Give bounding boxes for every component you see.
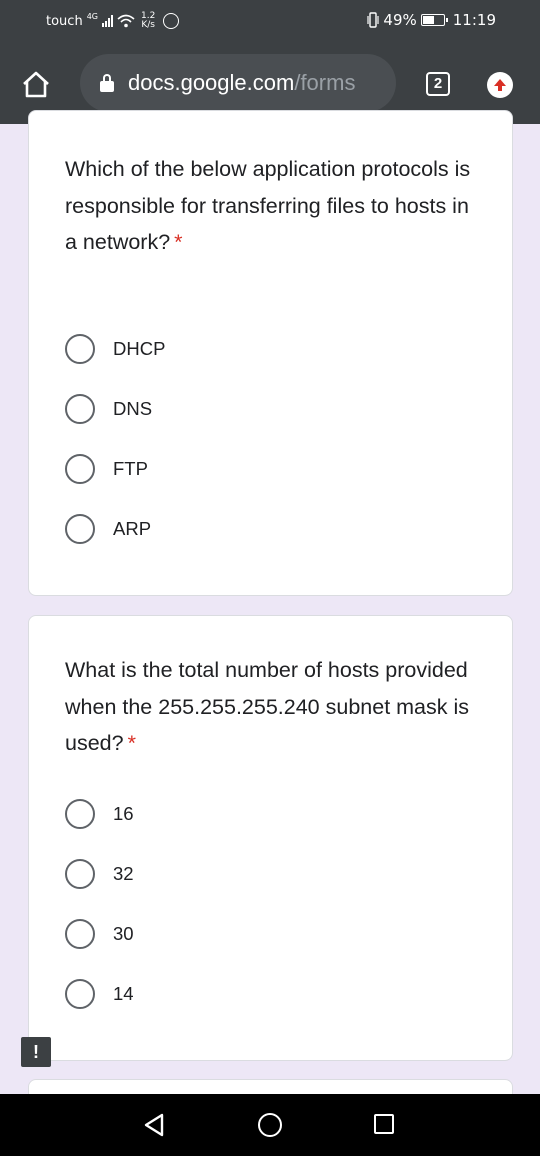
report-icon[interactable]: ! [21, 1037, 51, 1067]
address-bar[interactable]: docs.google.com/forms [80, 54, 396, 112]
option-14[interactable]: 14 [65, 979, 134, 1009]
radio-button[interactable] [65, 514, 95, 544]
required-asterisk: * [174, 230, 183, 254]
option-dhcp[interactable]: DHCP [65, 334, 165, 364]
network-type: 4G [86, 11, 98, 21]
option-32[interactable]: 32 [65, 859, 134, 889]
option-dns[interactable]: DNS [65, 394, 152, 424]
tab-switcher-button[interactable]: 2 [426, 72, 450, 96]
home-icon[interactable] [21, 70, 51, 98]
option-label: 30 [113, 923, 134, 944]
option-16[interactable]: 16 [65, 799, 134, 829]
question-title: Which of the below application protocols… [65, 151, 475, 261]
signal-icon [101, 15, 113, 27]
navigation-bar [0, 1094, 540, 1156]
speed-unit: K/s [141, 20, 155, 30]
question-card: What is the total number of hosts provid… [28, 615, 513, 1061]
radio-button[interactable] [65, 859, 95, 889]
option-label: ARP [113, 518, 152, 539]
option-30[interactable]: 30 [65, 919, 134, 949]
radio-button[interactable] [65, 799, 95, 829]
lock-icon [100, 74, 114, 92]
question-text: What is the total number of hosts provid… [65, 658, 470, 755]
status-right: 49% 11:19 [367, 11, 496, 29]
nav-home-icon[interactable] [258, 1113, 282, 1137]
radio-button[interactable] [65, 454, 95, 484]
question-title: What is the total number of hosts provid… [65, 652, 475, 762]
radio-button[interactable] [65, 919, 95, 949]
radio-button[interactable] [65, 979, 95, 1009]
clock: 11:19 [452, 11, 496, 29]
url-host: docs.google.com [128, 70, 295, 95]
status-bar: touch 4G 1.2 K/s 49% 11:19 [0, 0, 540, 44]
back-icon[interactable] [143, 1113, 165, 1137]
radio-button[interactable] [65, 334, 95, 364]
arrow-up-icon [494, 79, 506, 91]
question-card: Which of the below application protocols… [28, 110, 513, 596]
option-label: FTP [113, 458, 148, 479]
option-label: DNS [113, 398, 153, 419]
whatsapp-icon [163, 13, 180, 29]
option-label: DHCP [113, 338, 166, 359]
question-text: Which of the below application protocols… [65, 157, 471, 254]
carrier-name: touch [46, 13, 83, 29]
network-speed: 1.2 K/s [141, 12, 155, 30]
radio-button[interactable] [65, 394, 95, 424]
recent-apps-icon[interactable] [374, 1114, 394, 1134]
vibrate-icon [367, 12, 380, 28]
option-arp[interactable]: ARP [65, 514, 151, 544]
status-left: touch 4G 1.2 K/s [46, 11, 180, 30]
option-label: 32 [113, 863, 134, 884]
wifi-icon [117, 14, 135, 28]
battery-percent: 49% [383, 11, 417, 29]
option-label: 16 [113, 803, 134, 824]
required-asterisk: * [127, 731, 136, 755]
update-icon[interactable] [487, 72, 513, 98]
option-label: 14 [113, 983, 134, 1004]
url-path: /forms [294, 70, 356, 95]
battery-icon [420, 14, 448, 26]
option-ftp[interactable]: FTP [65, 454, 148, 484]
